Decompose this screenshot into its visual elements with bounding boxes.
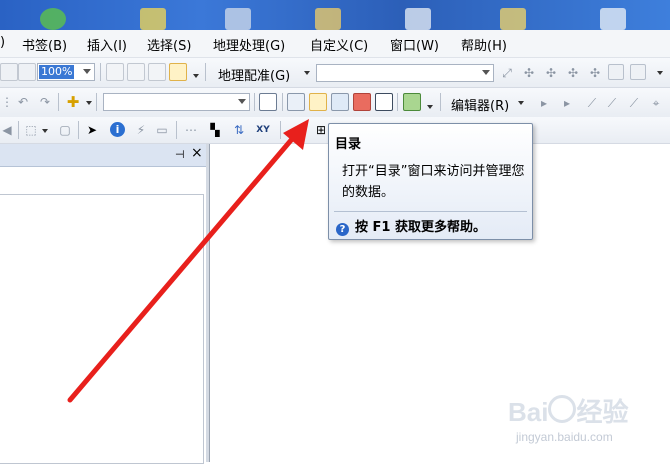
watermark-brand2: 经验 bbox=[576, 397, 629, 427]
paw-icon bbox=[548, 395, 577, 423]
baidu-watermark: Bai 经验 jingyan.baidu.com bbox=[468, 388, 668, 458]
arrow-shaft bbox=[67, 129, 301, 403]
watermark-url: jingyan.baidu.com bbox=[516, 430, 613, 444]
watermark-brand: Bai bbox=[508, 397, 549, 427]
